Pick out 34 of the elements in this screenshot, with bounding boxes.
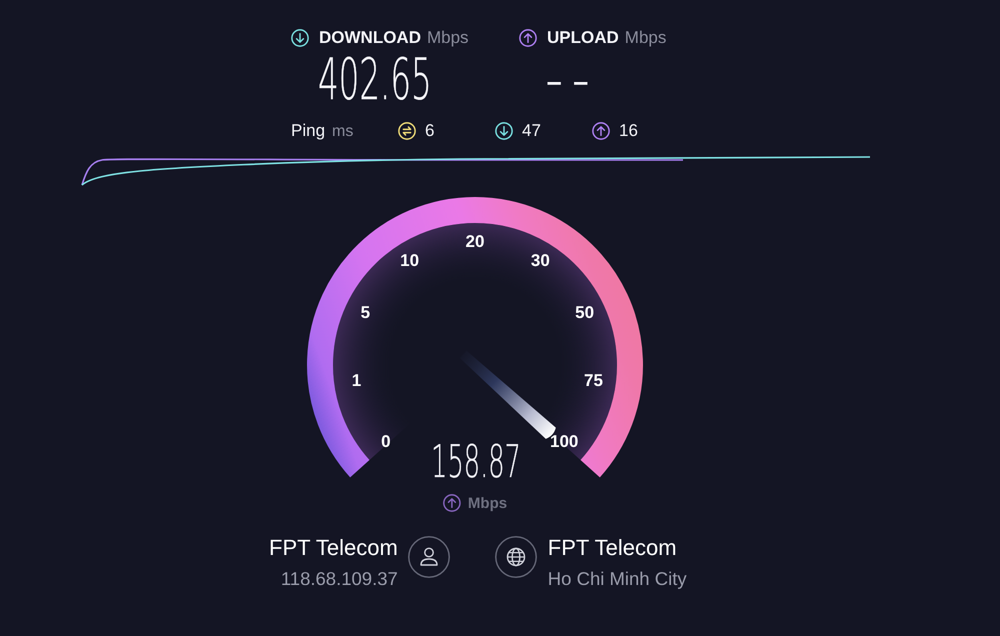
- gauge-tick-label: 0: [381, 432, 391, 452]
- user-icon: [408, 536, 450, 578]
- gauge-tick-label: 50: [575, 303, 594, 324]
- result-label: DOWNLOAD: [319, 28, 421, 48]
- unit-label: Mbps: [624, 28, 666, 48]
- gauge-tick-label: 20: [466, 232, 484, 252]
- gauge-tick-label: 5: [360, 303, 370, 324]
- gauge-tick-label: 100: [550, 432, 578, 452]
- ping-value: 47: [522, 121, 541, 141]
- arrow-up-circle-icon: [519, 29, 537, 47]
- result-label: UPLOAD: [547, 28, 619, 48]
- arrow-up-circle-icon: [592, 122, 610, 140]
- gauge-tick-label: 1: [352, 370, 362, 391]
- speed-value: – –: [546, 51, 589, 109]
- server-location: Ho Chi Minh City: [548, 568, 687, 590]
- arrow-down-circle-icon: [495, 122, 513, 140]
- ping-value: 16: [619, 121, 638, 141]
- unit-label: Mbps: [426, 28, 469, 48]
- ip-address: 118.68.109.37: [280, 568, 398, 590]
- gauge-tick-label: 10: [400, 251, 420, 272]
- arrow-down-circle-icon: [291, 29, 309, 47]
- arrow-up-circle-icon: [442, 494, 461, 512]
- unit-label: ms: [332, 123, 354, 141]
- gauge-value: 158.87: [430, 438, 520, 484]
- gauge-tick-label: 30: [530, 251, 550, 272]
- provider-name: FPT Telecom: [269, 535, 398, 561]
- gauge-tick-label: 75: [584, 370, 603, 391]
- globe-icon[interactable]: [494, 536, 537, 578]
- speed-value: 402.65: [318, 51, 432, 109]
- unit-label: Mbps: [468, 494, 508, 512]
- ping-value: 6: [425, 121, 434, 141]
- server-name: FPT Telecom: [548, 535, 677, 561]
- ping-label: Ping: [291, 121, 326, 141]
- swap-arrows-circle-icon: [398, 122, 416, 140]
